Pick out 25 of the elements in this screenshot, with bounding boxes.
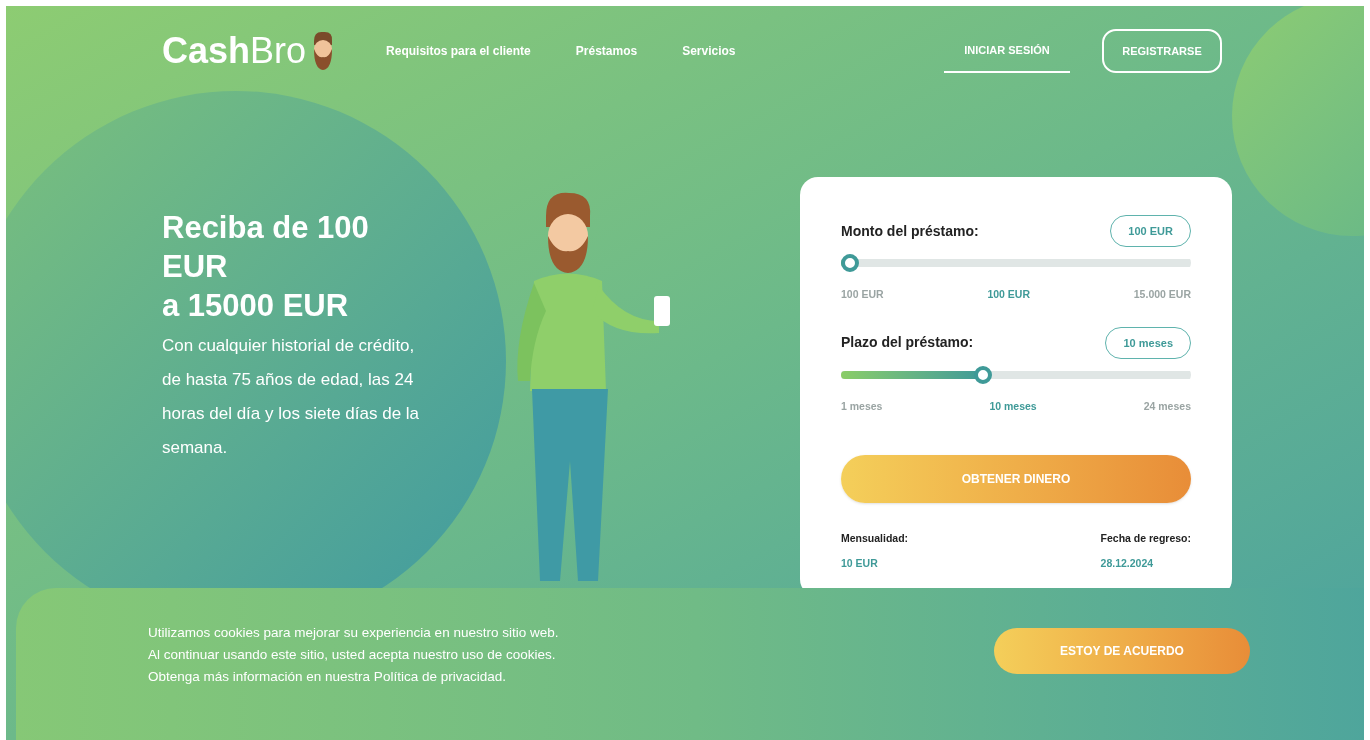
slider-thumb[interactable] xyxy=(973,365,992,384)
nav-link[interactable]: Préstamos xyxy=(575,42,638,60)
get-money-button[interactable]: OBTENER DINERO xyxy=(841,454,1191,503)
current-label: 100 EUR xyxy=(987,287,1030,302)
current-label: 10 meses xyxy=(989,398,1037,414)
max-label: 15.000 EUR xyxy=(1133,287,1191,302)
result-label: Mensualidad: xyxy=(841,530,909,546)
min-label: 1 meses xyxy=(841,398,883,414)
agree-button[interactable]: ESTOY DE ACUERDO xyxy=(994,628,1250,674)
hero-subtitle: Con cualquier historial de crédito, de hasta 75 años de edad, las 24 horas del día y los siete días de la semana. xyxy=(162,335,421,459)
min-label: 100 EUR xyxy=(841,287,884,302)
nav-link[interactable]: Requisitos para el cliente xyxy=(386,42,531,60)
hero-heading: Reciba de 100 EUR a 15000 EUR xyxy=(162,209,370,325)
login-tab[interactable]: INICIAR SESIÓN xyxy=(944,29,1070,73)
logo-text[interactable]: CashBro xyxy=(162,33,307,69)
nav-link[interactable]: Servicios xyxy=(682,42,736,60)
result-value: 28.12.2024 xyxy=(1100,556,1155,572)
slider-thumb[interactable] xyxy=(841,254,859,272)
slider-label: Monto del préstamo: xyxy=(841,221,979,241)
register-button[interactable]: REGISTRARSE xyxy=(1102,29,1222,73)
cookie-notice: Utilizamos cookies para mejorar su experiencia en nuestro sitio web. Al continuar usando este sitio, usted acepta nuestro uso de cookies. Obtenga más información en nuestra Política de privacidad. xyxy=(148,624,560,686)
result-value: 10 EUR xyxy=(841,556,879,572)
result-label: Fecha de regreso: xyxy=(1100,530,1191,546)
slider-label: Plazo del préstamo: xyxy=(841,333,974,353)
max-label: 24 meses xyxy=(1143,398,1191,414)
